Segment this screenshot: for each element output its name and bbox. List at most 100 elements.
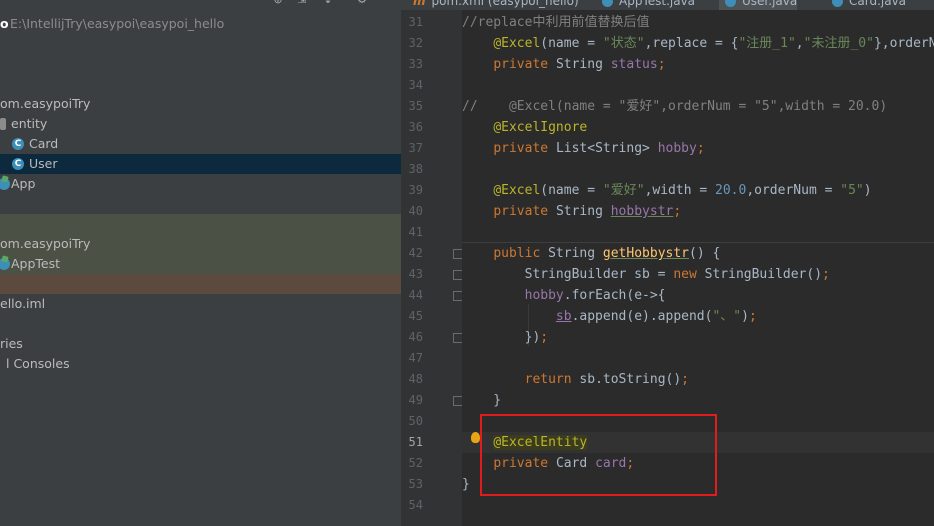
tree-item-apptest[interactable]: AppTest: [0, 254, 401, 274]
tree-root-path: E:\IntellijTry\easypoi\easypoi_hello: [10, 16, 225, 31]
globe-icon[interactable]: ⊕: [272, 0, 284, 6]
code-line[interactable]: hobby.forEach(e->{: [462, 285, 934, 306]
line-number: 49: [408, 393, 423, 407]
code-line[interactable]: StringBuilder sb = new StringBuilder();: [462, 264, 934, 285]
code-line[interactable]: public String getHobbystr() {: [462, 243, 934, 264]
tree-root-row[interactable]: o E:\IntellijTry\easypoi\easypoi_hello: [0, 14, 401, 34]
line-number: 45: [408, 309, 423, 323]
code-token: new: [673, 267, 705, 282]
code-line[interactable]: [462, 75, 934, 96]
code-token: ,: [795, 36, 804, 51]
line-number: 40: [408, 204, 423, 218]
code-line[interactable]: private String status;: [462, 54, 934, 75]
code-token: ;: [657, 57, 666, 72]
tab-apptest[interactable]: AppTest.java: [596, 0, 695, 10]
excluded-band: [0, 274, 401, 294]
gear-icon[interactable]: ⚙: [356, 0, 368, 6]
line-number: 54: [408, 498, 423, 512]
maven-icon: m: [413, 0, 426, 8]
scroll-from-source-icon[interactable]: ↕: [322, 0, 334, 6]
code-token: private: [493, 204, 556, 219]
code-token: ;: [748, 309, 757, 324]
code-token: ;: [681, 372, 689, 387]
code-token: "未注册_0": [803, 36, 874, 51]
tab-pom[interactable]: m pom.xml (easypoi_hello): [407, 0, 579, 10]
line-number: 39: [408, 183, 423, 197]
collapse-all-icon[interactable]: ⇲: [296, 0, 308, 6]
code-token: sb.toString(): [579, 372, 682, 387]
line-number: 43: [408, 267, 423, 281]
code-line[interactable]: @Excel(name = "状态",replace = {"注册_1","未注…: [462, 33, 934, 54]
code-line[interactable]: [462, 495, 934, 516]
code-token: hobby: [657, 141, 697, 156]
class-icon: C: [12, 158, 24, 170]
code-line[interactable]: sb.append(e).append("、");: [462, 306, 934, 327]
tree-root-prefix: o: [0, 16, 9, 31]
tree-item-label: AppTest: [11, 256, 61, 271]
tree-item-consoles[interactable]: l Consoles: [0, 354, 401, 374]
tree-item-package-main[interactable]: om.easypoiTry: [0, 94, 401, 114]
code-token: ): [741, 309, 749, 324]
code-line[interactable]: private String hobbystr;: [462, 201, 934, 222]
code-token: .append(e).append(: [571, 309, 713, 324]
line-number: 51: [408, 435, 423, 449]
tab-label: AppTest.java: [619, 0, 696, 8]
line-number: 44: [408, 288, 423, 302]
line-number: 35: [408, 99, 423, 113]
tree-item-libraries[interactable]: ries: [0, 334, 401, 354]
line-number: 41: [408, 225, 423, 239]
code-token: return: [524, 372, 580, 387]
code-line[interactable]: });: [462, 327, 934, 348]
line-number: 47: [408, 351, 423, 365]
lightbulb-icon[interactable]: [471, 432, 480, 443]
line-number: 50: [408, 414, 423, 428]
code-token: String: [555, 57, 611, 72]
tab-card[interactable]: Card.java: [826, 0, 906, 10]
tree-item-package-test[interactable]: om.easypoiTry: [0, 234, 401, 254]
line-number-gutter[interactable]: 31 32 33 34 35 36 37 38 39 40 41 42 43 44 45 46 47 48 49 50…: [401, 10, 462, 526]
code-line[interactable]: // @Excel(name = "爱好",orderNum = "5",wid…: [462, 96, 934, 117]
code-token: }: [462, 477, 470, 492]
tree-item-label: l Consoles: [6, 356, 70, 371]
code-line[interactable]: private List<String> hobby;: [462, 138, 934, 159]
tree-item-entity[interactable]: entity: [0, 114, 401, 134]
line-number: 31: [408, 15, 423, 29]
tab-label: Card.java: [849, 0, 907, 8]
code-token: private: [493, 141, 556, 156]
line-number: 34: [408, 78, 423, 92]
code-token: },orderNum: [873, 36, 934, 51]
code-line[interactable]: //replace中利用前值替换后值: [462, 12, 934, 33]
tree-item-user[interactable]: C User: [0, 154, 401, 174]
project-toolbar: ⊕ ⇲ ↕ ⚙: [0, 0, 401, 12]
code-token: String: [555, 204, 611, 219]
class-icon: [602, 0, 613, 7]
code-token: @Excel: [493, 36, 541, 51]
code-token: public: [493, 246, 549, 261]
code-line[interactable]: return sb.toString();: [462, 369, 934, 390]
line-number: 37: [408, 141, 423, 155]
code-token: //replace中利用前值替换后值: [462, 15, 650, 30]
code-line[interactable]: [462, 159, 934, 180]
tree-item-label: entity: [11, 116, 48, 131]
code-token: }): [462, 330, 541, 345]
runnable-class-icon: [0, 178, 10, 190]
tree-item-label: om.easypoiTry: [0, 96, 91, 111]
code-token: ;: [822, 267, 830, 282]
code-token: List<String>: [555, 141, 658, 156]
tree-item-label: Card: [29, 136, 59, 151]
tree-item-card[interactable]: C Card: [0, 134, 401, 154]
code-line[interactable]: [462, 348, 934, 369]
code-line[interactable]: @ExcelIgnore: [462, 117, 934, 138]
tree-item-app[interactable]: App: [0, 174, 401, 194]
line-number: 52: [408, 456, 423, 470]
tree-item-iml[interactable]: ello.iml: [0, 294, 401, 314]
code-line[interactable]: [462, 222, 934, 243]
code-line[interactable]: }: [462, 390, 934, 411]
code-token: "、": [712, 309, 742, 324]
code-line[interactable]: @Excel(name = "爱好",width = 20.0,orderNum…: [462, 180, 934, 201]
